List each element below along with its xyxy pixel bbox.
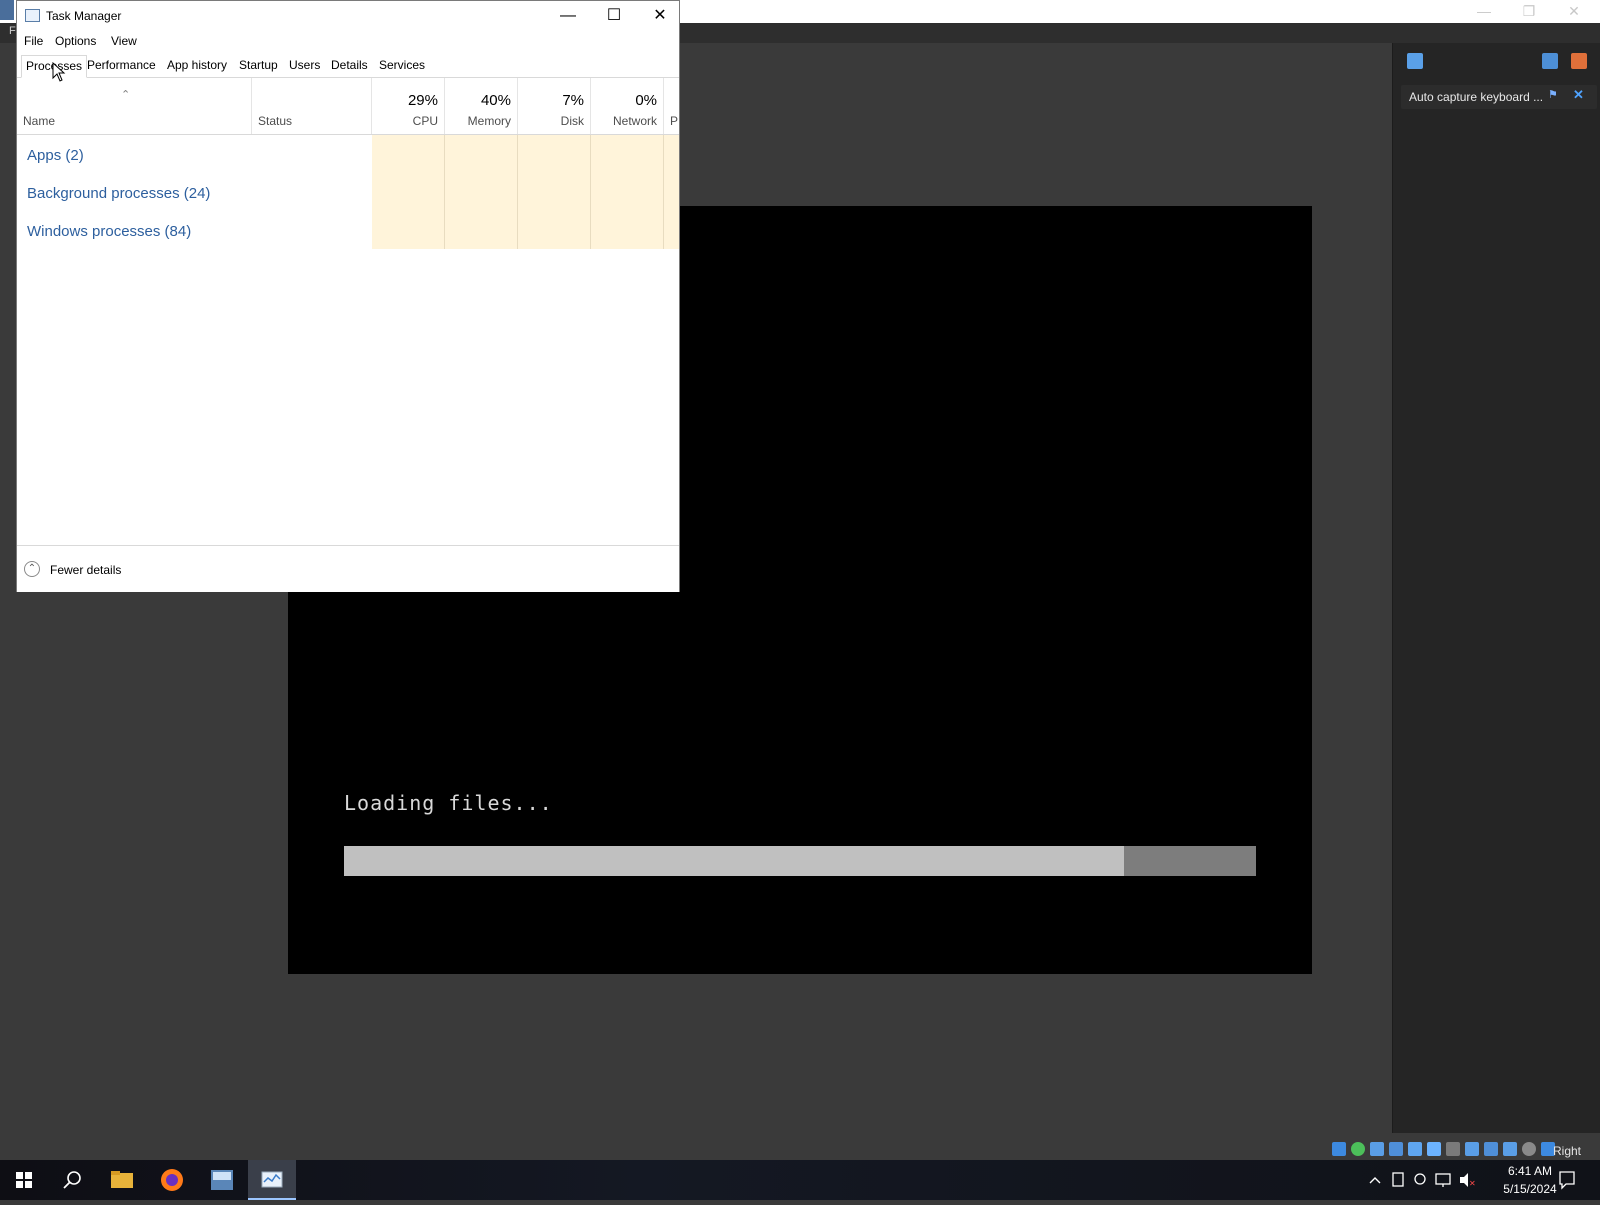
cpu-usage-column [372,135,445,249]
network-tray-icon[interactable] [1434,1160,1452,1200]
cpu-icon[interactable] [1503,1142,1517,1156]
clock-time[interactable]: 6:41 AM [1490,1164,1570,1178]
start-button[interactable] [0,1160,48,1200]
process-table-header: ⌃ Name Status 29% CPU 40% Memory 7% Disk… [17,78,679,135]
volume-muted-icon[interactable]: ✕ [1458,1160,1476,1200]
file-explorer-button[interactable] [98,1160,146,1200]
search-icon [63,1171,81,1189]
process-list: Apps (2) Background processes (24) Windo… [17,135,679,545]
cpu-percent: 29% [407,92,438,109]
network-label: Network [612,114,657,128]
tab-services[interactable]: Services [375,55,429,76]
auto-capture-label: Auto capture keyboard ... [1409,90,1544,104]
panel-sort-icon[interactable] [1542,53,1558,69]
search-button[interactable] [48,1160,96,1200]
firefox-button[interactable] [148,1160,196,1200]
maximize-button[interactable]: ☐ [591,1,637,31]
show-hidden-icons-icon[interactable] [1368,1160,1382,1200]
menubar: File Options View [17,31,679,51]
tablet-icon[interactable] [1390,1160,1406,1200]
menu-file[interactable]: File [24,34,43,48]
column-status[interactable]: Status [252,78,372,134]
window-title: Task Manager [46,9,122,23]
tab-bar: Processes Performance App history Startu… [17,55,679,78]
task-manager-window: Task Manager — ☐ ✕ File Options View Pro… [16,0,680,592]
task-manager-icon [261,1171,283,1188]
task-manager-taskbar-button[interactable] [248,1160,296,1200]
tab-users[interactable]: Users [285,55,324,76]
power-usage-column [664,135,679,249]
chevron-up-icon[interactable]: ⌃ [24,561,40,577]
tab-app-history[interactable]: App history [163,55,231,76]
footer: ⌃ Fewer details [17,545,679,592]
mouse-integration-icon[interactable] [1522,1142,1536,1156]
column-name-label: Name [23,114,56,128]
windows-logo-icon [16,1172,32,1188]
menu-view[interactable]: View [111,34,137,48]
host-minimize-button[interactable]: — [1462,0,1506,22]
network-usage-column [591,135,664,249]
column-power-partial[interactable]: P [664,78,679,134]
task-manager-icon [25,9,40,22]
mouse-cursor-icon [52,62,66,82]
clock-date[interactable]: 5/15/2024 [1490,1182,1570,1196]
group-apps[interactable]: Apps (2) [27,147,84,164]
hdd-icon[interactable] [1332,1142,1346,1156]
memory-label: Memory [467,114,511,128]
shared-folder-icon[interactable] [1446,1142,1460,1156]
display-icon[interactable] [1465,1142,1479,1156]
side-panel: Auto capture keyboard ... ⚑ ✕ [1392,43,1600,1133]
tab-startup[interactable]: Startup [235,55,282,76]
network-adapter-icon[interactable] [1408,1142,1422,1156]
column-disk[interactable]: 7% Disk [518,78,591,134]
webcam-icon[interactable] [1412,1160,1428,1200]
server-app-icon [211,1170,233,1190]
column-name[interactable]: ⌃ Name [17,78,252,134]
disk-usage-column [518,135,591,249]
column-status-label: Status [258,114,293,128]
disk-label: Disk [560,114,584,128]
host-close-button[interactable]: ✕ [1552,0,1596,22]
svg-text:✕: ✕ [1469,1179,1476,1188]
memory-usage-column [445,135,518,249]
panel-book-icon[interactable] [1407,53,1423,69]
folder-icon [111,1171,133,1188]
group-windows-processes[interactable]: Windows processes (84) [27,223,191,240]
sort-ascending-icon: ⌃ [121,89,131,101]
network-percent: 0% [635,92,657,109]
memory-percent: 40% [480,92,511,109]
floppy-icon[interactable] [1370,1142,1384,1156]
column-cpu[interactable]: 29% CPU [372,78,445,134]
firefox-icon [161,1169,183,1191]
host-restore-button[interactable]: ❐ [1507,0,1551,22]
loading-text: Loading files... [344,791,553,815]
audio-icon[interactable] [1389,1142,1403,1156]
loading-progress-bar [344,846,1256,876]
host-menu-file[interactable]: F [9,25,16,37]
tab-details[interactable]: Details [327,55,372,76]
task-manager-titlebar[interactable]: Task Manager — ☐ ✕ [17,1,679,31]
virtualbox-icon [0,0,14,20]
menu-options[interactable]: Options [55,34,96,48]
pinned-app-button[interactable] [198,1160,246,1200]
cpu-label: CPU [412,114,438,128]
minimize-button[interactable]: — [545,1,591,31]
panel-capture-icon[interactable] [1571,53,1587,69]
group-background-processes[interactable]: Background processes (24) [27,185,210,202]
recording-icon[interactable] [1484,1142,1498,1156]
close-button[interactable]: ✕ [637,1,683,31]
power-label-partial: P [670,114,679,128]
column-memory[interactable]: 40% Memory [445,78,518,134]
usb-icon[interactable] [1427,1142,1441,1156]
close-icon[interactable]: ✕ [1573,88,1584,102]
pin-icon[interactable]: ⚑ [1548,89,1560,101]
auto-capture-chip[interactable]: Auto capture keyboard ... ⚑ ✕ [1401,85,1597,109]
optical-drive-icon[interactable] [1351,1142,1365,1156]
fewer-details-link[interactable]: Fewer details [50,563,121,577]
taskbar: ✕ [0,1160,1600,1200]
disk-percent: 7% [562,92,584,109]
tab-performance[interactable]: Performance [83,55,160,76]
loading-progress-fill [344,846,1124,876]
column-network[interactable]: 0% Network [591,78,664,134]
